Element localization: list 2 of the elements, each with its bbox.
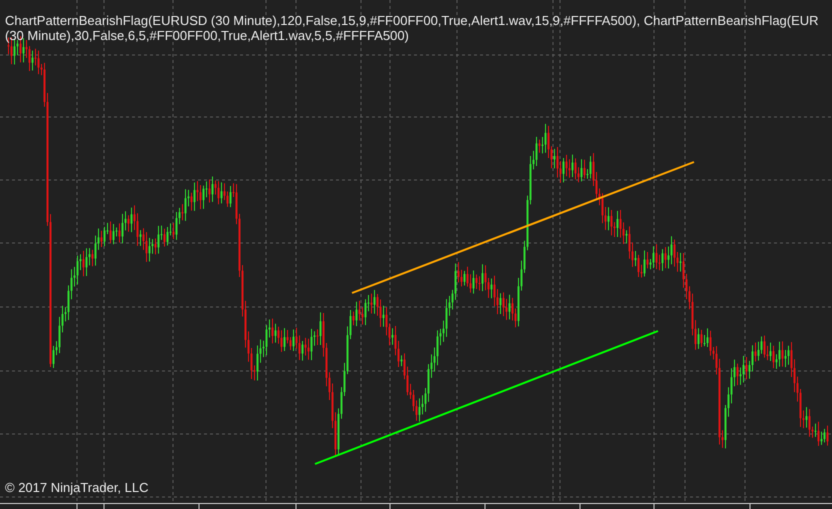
copyright-text: © 2017 NinjaTrader, LLC [5,480,149,495]
indicator-label: ChartPatternBearishFlag(EURUSD (30 Minute),120,False,15,9,#FF00FF00,True,Alert1.wav,15,9,#FFFFA500), ChartPatternBearishFlag(EUR (30 Minute),30,False,6,5,#FF00FF00,True,Alert1.wav,5,5,#FFFFA500) [5,13,819,43]
